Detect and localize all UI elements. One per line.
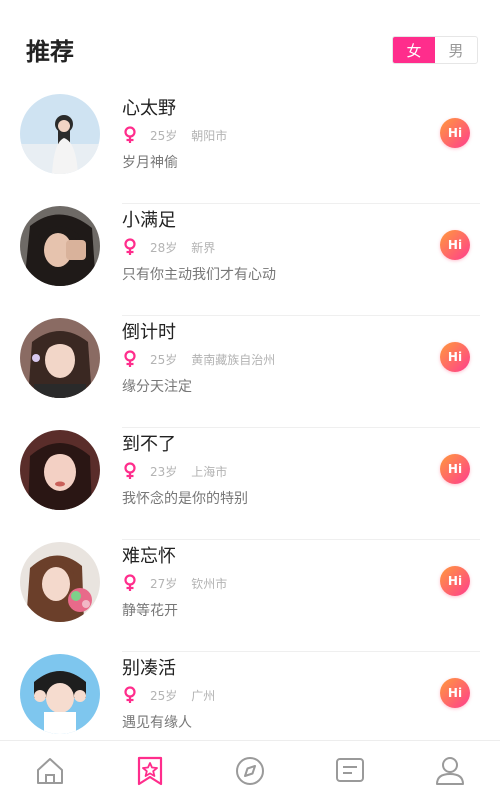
- user-age: 28岁: [150, 240, 178, 255]
- hi-button[interactable]: Hi: [440, 454, 470, 484]
- list-item[interactable]: 难忘怀 27岁 钦州市 静等花开 Hi: [0, 540, 500, 652]
- list-item[interactable]: 到不了 23岁 上海市 我怀念的是你的特别 Hi: [0, 428, 500, 540]
- user-location: 黄南藏族自治州: [191, 352, 276, 367]
- user-bio: 缘分天注定: [122, 379, 192, 395]
- avatar[interactable]: [20, 654, 100, 734]
- gender-male-option[interactable]: 男: [435, 37, 477, 63]
- avatar[interactable]: [20, 94, 100, 174]
- female-icon: [124, 238, 136, 255]
- hi-button[interactable]: Hi: [440, 342, 470, 372]
- user-name: 心太野: [122, 98, 176, 119]
- user-location: 朝阳市: [191, 128, 228, 143]
- bottom-tab-bar: [0, 740, 500, 801]
- recommend-list: 心太野 25岁 朝阳市 岁月神偷 Hi 小满足 28岁 新界 只有你主动我们才有…: [0, 92, 500, 764]
- tab-messages[interactable]: [320, 749, 380, 793]
- user-age: 27岁: [150, 576, 178, 591]
- page-title: 推荐: [26, 38, 74, 66]
- hi-button[interactable]: Hi: [440, 118, 470, 148]
- list-item[interactable]: 倒计时 25岁 黄南藏族自治州 缘分天注定 Hi: [0, 316, 500, 428]
- profile-icon: [436, 757, 464, 785]
- female-icon: [124, 686, 136, 703]
- list-item[interactable]: 心太野 25岁 朝阳市 岁月神偷 Hi: [0, 92, 500, 204]
- user-age: 25岁: [150, 688, 178, 703]
- gender-toggle[interactable]: 女 男: [392, 36, 478, 64]
- user-name: 倒计时: [122, 322, 176, 343]
- user-age: 23岁: [150, 464, 178, 479]
- recommend-icon: [137, 756, 163, 786]
- tab-recommend[interactable]: [120, 749, 180, 793]
- user-meta: 25岁 广州: [122, 686, 215, 704]
- user-name: 到不了: [122, 434, 176, 455]
- user-age: 25岁: [150, 128, 178, 143]
- user-bio: 遇见有缘人: [122, 715, 192, 731]
- female-icon: [124, 574, 136, 591]
- hi-button[interactable]: Hi: [440, 678, 470, 708]
- user-location: 上海市: [191, 464, 228, 479]
- user-meta: 27岁 钦州市: [122, 574, 227, 592]
- tab-discover[interactable]: [220, 749, 280, 793]
- user-name: 难忘怀: [122, 546, 176, 567]
- discover-icon: [236, 757, 264, 785]
- user-meta: 28岁 新界: [122, 238, 215, 256]
- avatar[interactable]: [20, 542, 100, 622]
- user-location: 新界: [191, 240, 216, 255]
- female-icon: [124, 126, 136, 143]
- user-meta: 25岁 朝阳市: [122, 126, 227, 144]
- user-bio: 我怀念的是你的特别: [122, 491, 248, 507]
- hi-button[interactable]: Hi: [440, 230, 470, 260]
- female-icon: [124, 462, 136, 479]
- tab-profile[interactable]: [420, 749, 480, 793]
- avatar[interactable]: [20, 318, 100, 398]
- header: 推荐 女 男: [0, 0, 500, 92]
- list-item[interactable]: 小满足 28岁 新界 只有你主动我们才有心动 Hi: [0, 204, 500, 316]
- messages-icon: [336, 758, 364, 782]
- user-bio: 岁月神偷: [122, 155, 178, 171]
- user-bio: 只有你主动我们才有心动: [122, 267, 276, 283]
- female-icon: [124, 350, 136, 367]
- tab-home[interactable]: [20, 749, 80, 793]
- user-location: 广州: [191, 688, 216, 703]
- user-name: 小满足: [122, 210, 176, 231]
- user-name: 别凑活: [122, 658, 176, 679]
- home-icon: [37, 758, 63, 784]
- gender-female-option[interactable]: 女: [393, 37, 435, 63]
- avatar[interactable]: [20, 430, 100, 510]
- user-meta: 23岁 上海市: [122, 462, 227, 480]
- user-bio: 静等花开: [122, 603, 178, 619]
- hi-button[interactable]: Hi: [440, 566, 470, 596]
- user-meta: 25岁 黄南藏族自治州: [122, 350, 275, 368]
- user-age: 25岁: [150, 352, 178, 367]
- avatar[interactable]: [20, 206, 100, 286]
- user-location: 钦州市: [191, 576, 228, 591]
